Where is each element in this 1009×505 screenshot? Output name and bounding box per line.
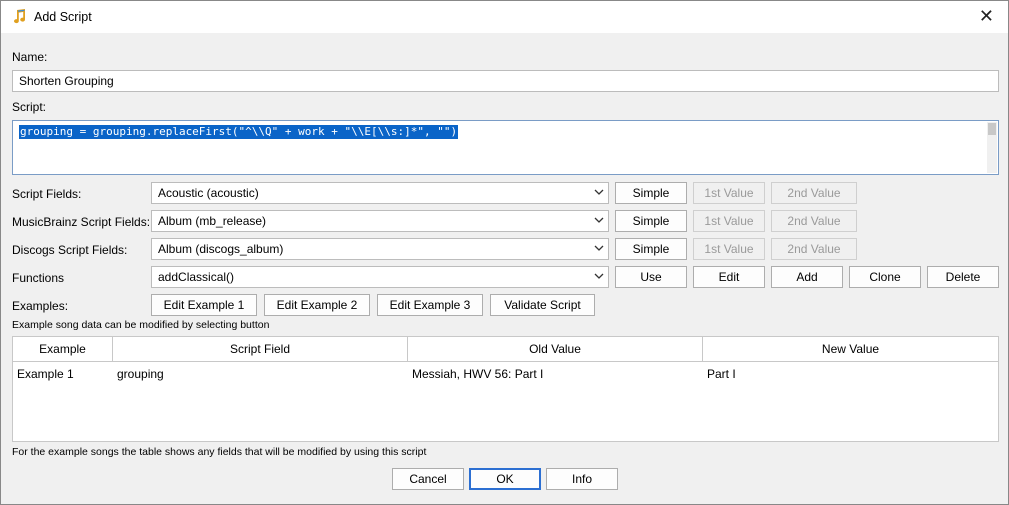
script-fields-2nd-value-button[interactable]: 2nd Value [771,182,857,204]
functions-label: Functions [12,271,65,285]
discogs-fields-value: Album (discogs_album) [158,242,284,256]
examples-table: Example Script Field Old Value New Value… [12,336,999,442]
script-code: grouping = grouping.replaceFirst("^\\Q" … [19,125,459,139]
script-fields-label: Script Fields: [12,187,82,201]
column-header-new-value[interactable]: New Value [703,337,998,362]
mb-fields-label: MusicBrainz Script Fields: [12,215,151,229]
examples-label: Examples: [12,299,69,313]
chevron-down-icon [594,217,604,223]
script-fields-1st-value-button[interactable]: 1st Value [693,182,765,204]
discogs-fields-1st-value-button[interactable]: 1st Value [693,238,765,260]
chevron-down-icon [594,273,604,279]
close-icon[interactable]: ✕ [979,6,994,26]
table-cell-old-value[interactable]: Messiah, HWV 56: Part I [412,367,543,381]
functions-use-button[interactable]: Use [615,266,687,288]
validate-script-button[interactable]: Validate Script [490,294,595,316]
discogs-fields-select[interactable]: Album (discogs_album) [151,238,609,260]
scroll-thumb[interactable] [988,123,996,135]
ok-button[interactable]: OK [469,468,541,490]
script-fields-simple-button[interactable]: Simple [615,182,687,204]
script-editor[interactable]: grouping = grouping.replaceFirst("^\\Q" … [12,120,999,175]
functions-edit-button[interactable]: Edit [693,266,765,288]
column-header-example[interactable]: Example [13,337,113,362]
window-title: Add Script [34,10,92,24]
table-cell-new-value[interactable]: Part I [707,367,736,381]
examples-hint: Example song data can be modified by sel… [12,319,270,331]
title-bar: Add Script ✕ [1,1,1008,33]
script-label: Script: [12,100,47,114]
cancel-button[interactable]: Cancel [392,468,464,490]
chevron-down-icon [594,189,604,195]
mb-fields-simple-button[interactable]: Simple [615,210,687,232]
chevron-down-icon [594,245,604,251]
mb-fields-value: Album (mb_release) [158,214,267,228]
music-note-icon [14,9,26,24]
table-header: Example Script Field Old Value New Value [13,337,998,362]
info-button[interactable]: Info [546,468,618,490]
edit-example-3-button[interactable]: Edit Example 3 [377,294,483,316]
name-input[interactable]: Shorten Grouping [12,70,999,92]
script-fields-value: Acoustic (acoustic) [158,186,259,200]
add-script-dialog: Add Script ✕ Name: Shorten Grouping Scri… [0,0,1009,505]
name-label: Name: [12,50,48,64]
mb-fields-2nd-value-button[interactable]: 2nd Value [771,210,857,232]
table-cell-example[interactable]: Example 1 [17,367,74,381]
mb-fields-select[interactable]: Album (mb_release) [151,210,609,232]
table-cell-script-field[interactable]: grouping [117,367,164,381]
functions-delete-button[interactable]: Delete [927,266,999,288]
edit-example-2-button[interactable]: Edit Example 2 [264,294,370,316]
functions-clone-button[interactable]: Clone [849,266,921,288]
script-scrollbar[interactable] [987,122,997,173]
functions-add-button[interactable]: Add [771,266,843,288]
edit-example-1-button[interactable]: Edit Example 1 [151,294,257,316]
mb-fields-1st-value-button[interactable]: 1st Value [693,210,765,232]
functions-value: addClassical() [158,270,235,284]
discogs-fields-2nd-value-button[interactable]: 2nd Value [771,238,857,260]
footer-note: For the example songs the table shows an… [12,446,427,458]
script-fields-select[interactable]: Acoustic (acoustic) [151,182,609,204]
functions-select[interactable]: addClassical() [151,266,609,288]
name-value: Shorten Grouping [19,74,114,88]
column-header-script-field[interactable]: Script Field [113,337,408,362]
discogs-fields-simple-button[interactable]: Simple [615,238,687,260]
discogs-fields-label: Discogs Script Fields: [12,243,128,257]
column-header-old-value[interactable]: Old Value [408,337,703,362]
